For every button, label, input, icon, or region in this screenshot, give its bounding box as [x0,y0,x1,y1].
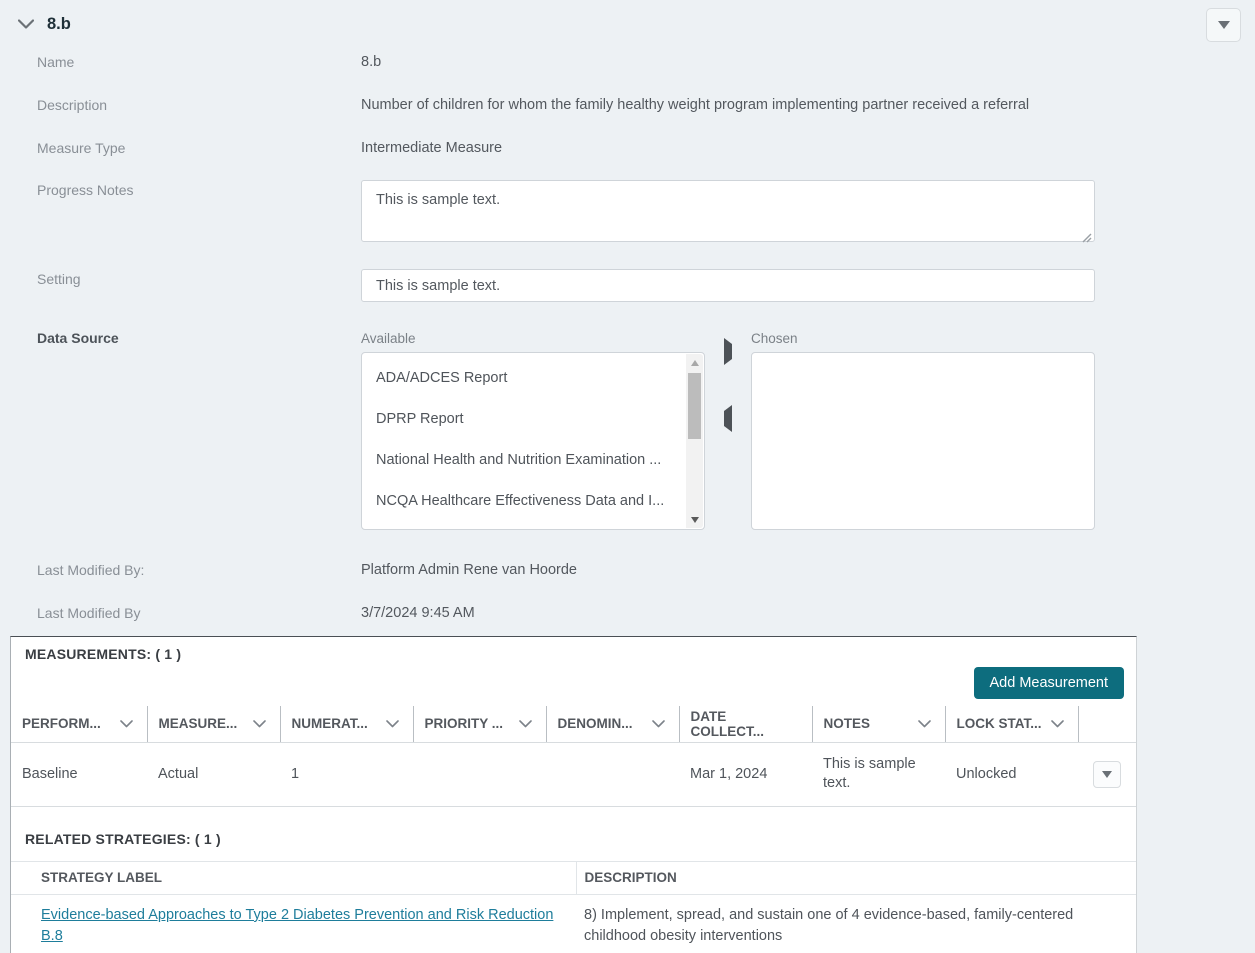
scroll-up-icon [691,360,699,366]
column-header-denominator[interactable]: DENOMIN... [546,706,679,742]
chevron-down-icon[interactable] [18,19,34,29]
setting-label: Setting [0,269,361,290]
name-row: Name 8.b [0,52,1255,73]
setting-input[interactable] [361,269,1095,302]
last-modified-by-date-row: Last Modified By 3/7/2024 9:45 AM [0,603,1255,624]
chevron-down-icon[interactable] [918,720,931,728]
move-left-button[interactable] [720,407,736,430]
description-label: Description [0,95,361,116]
progress-notes-textarea[interactable]: This is sample text. [361,180,1095,242]
cell-numerator: 1 [280,742,413,806]
available-option[interactable]: DPRP Report [362,399,704,440]
progress-notes-row: Progress Notes This is sample text. [0,180,1255,249]
setting-row: Setting [0,269,1255,302]
measure-type-label: Measure Type [0,138,361,159]
chevron-down-icon[interactable] [386,720,399,728]
related-strategies-table: STRATEGY LABEL DESCRIPTION Evidence-base… [11,861,1136,953]
chosen-listbox[interactable] [751,352,1095,530]
caret-down-icon [1218,21,1230,29]
column-header-priority[interactable]: PRIORITY ... [413,706,546,742]
scroll-up-button[interactable] [686,354,703,371]
last-modified-by-name-row: Last Modified By: Platform Admin Rene va… [0,560,1255,581]
caret-down-icon [1102,771,1112,778]
last-modified-by-name-label: Last Modified By: [0,560,361,581]
measurements-header-row: PERFORM... MEASURE... NUMERAT... [11,706,1136,742]
description-value: Number of children for whom the family h… [361,95,1095,116]
last-modified-by-date-value: 3/7/2024 9:45 AM [361,603,1095,624]
strategy-link[interactable]: Evidence-based Approaches to Type 2 Diab… [41,907,553,944]
arrow-right-icon [724,338,732,365]
last-modified-by-name-value: Platform Admin Rene van Hoorde [361,560,1095,581]
cell-performance: Baseline [11,742,147,806]
chosen-label: Chosen [751,328,1095,349]
measurements-title: MEASUREMENTS: ( 1 ) [25,646,181,662]
strategy-description: 8) Implement, spread, and sustain one of… [576,894,1136,953]
column-header-numerator[interactable]: NUMERAT... [280,706,413,742]
measure-type-value: Intermediate Measure [361,138,1095,159]
cell-measure: Actual [147,742,280,806]
chevron-down-icon[interactable] [120,720,133,728]
measure-detail-page: 8.b Name 8.b Description Number of child… [0,0,1255,953]
description-row: Description Number of children for whom … [0,95,1255,116]
measure-header: 8.b [0,0,1255,36]
arrow-left-icon [724,405,732,432]
name-label: Name [0,52,361,73]
column-header-lock-status[interactable]: LOCK STAT... [945,706,1078,742]
available-option[interactable]: NCQA Healthcare Effectiveness Data and I… [362,481,704,522]
column-header-strategy-label: STRATEGY LABEL [11,861,576,894]
measurements-panel: MEASUREMENTS: ( 1 ) Add Measurement PERF… [10,636,1137,953]
measure-type-row: Measure Type Intermediate Measure [0,138,1255,159]
scroll-thumb[interactable] [688,373,701,439]
name-value: 8.b [361,52,1095,73]
data-source-dual-list: Available ADA/ADCES Report DPRP Report N… [361,328,1095,530]
cell-lock-status: Unlocked [945,742,1078,806]
chevron-down-icon[interactable] [253,720,266,728]
cell-priority [413,742,546,806]
available-option[interactable]: ADA/ADCES Report [362,358,704,399]
data-source-row: Data Source Available ADA/ADCES Report D… [0,328,1255,530]
column-header-date-collected[interactable]: DATE COLLECT... [679,706,812,742]
available-listbox[interactable]: ADA/ADCES Report DPRP Report National He… [361,352,705,530]
scroll-down-button[interactable] [686,511,703,528]
available-option[interactable]: National Health and Nutrition Examinatio… [362,440,704,481]
column-header-performance[interactable]: PERFORM... [11,706,147,742]
related-strategies-title: RELATED STRATEGIES: ( 1 ) [25,831,221,847]
measurements-table: PERFORM... MEASURE... NUMERAT... [11,706,1136,807]
progress-notes-label: Progress Notes [0,180,361,201]
column-header-notes[interactable]: NOTES [812,706,945,742]
available-label: Available [361,328,705,349]
strategies-header-row: STRATEGY LABEL DESCRIPTION [11,861,1136,894]
chevron-down-icon[interactable] [652,720,665,728]
page-title: 8.b [47,15,71,34]
column-header-description: DESCRIPTION [576,861,1136,894]
chevron-down-icon[interactable] [519,720,532,728]
header-menu-button[interactable] [1206,8,1241,42]
cell-actions [1078,742,1136,806]
data-source-label: Data Source [0,328,361,349]
column-header-actions [1078,706,1136,742]
chevron-down-icon[interactable] [1051,720,1064,728]
cell-notes: This is sample text. [812,742,945,806]
last-modified-by-date-label: Last Modified By [0,603,361,624]
cell-date-collected: Mar 1, 2024 [679,742,812,806]
column-header-measure[interactable]: MEASURE... [147,706,280,742]
measurement-row: Baseline Actual 1 Mar 1, 2024 This is sa… [11,742,1136,806]
cell-denominator [546,742,679,806]
strategy-row: Evidence-based Approaches to Type 2 Diab… [11,894,1136,953]
move-right-button[interactable] [720,340,736,363]
available-scrollbar[interactable] [686,354,703,528]
scroll-down-icon [691,517,699,523]
add-measurement-button[interactable]: Add Measurement [974,667,1124,699]
row-menu-button[interactable] [1093,761,1121,788]
